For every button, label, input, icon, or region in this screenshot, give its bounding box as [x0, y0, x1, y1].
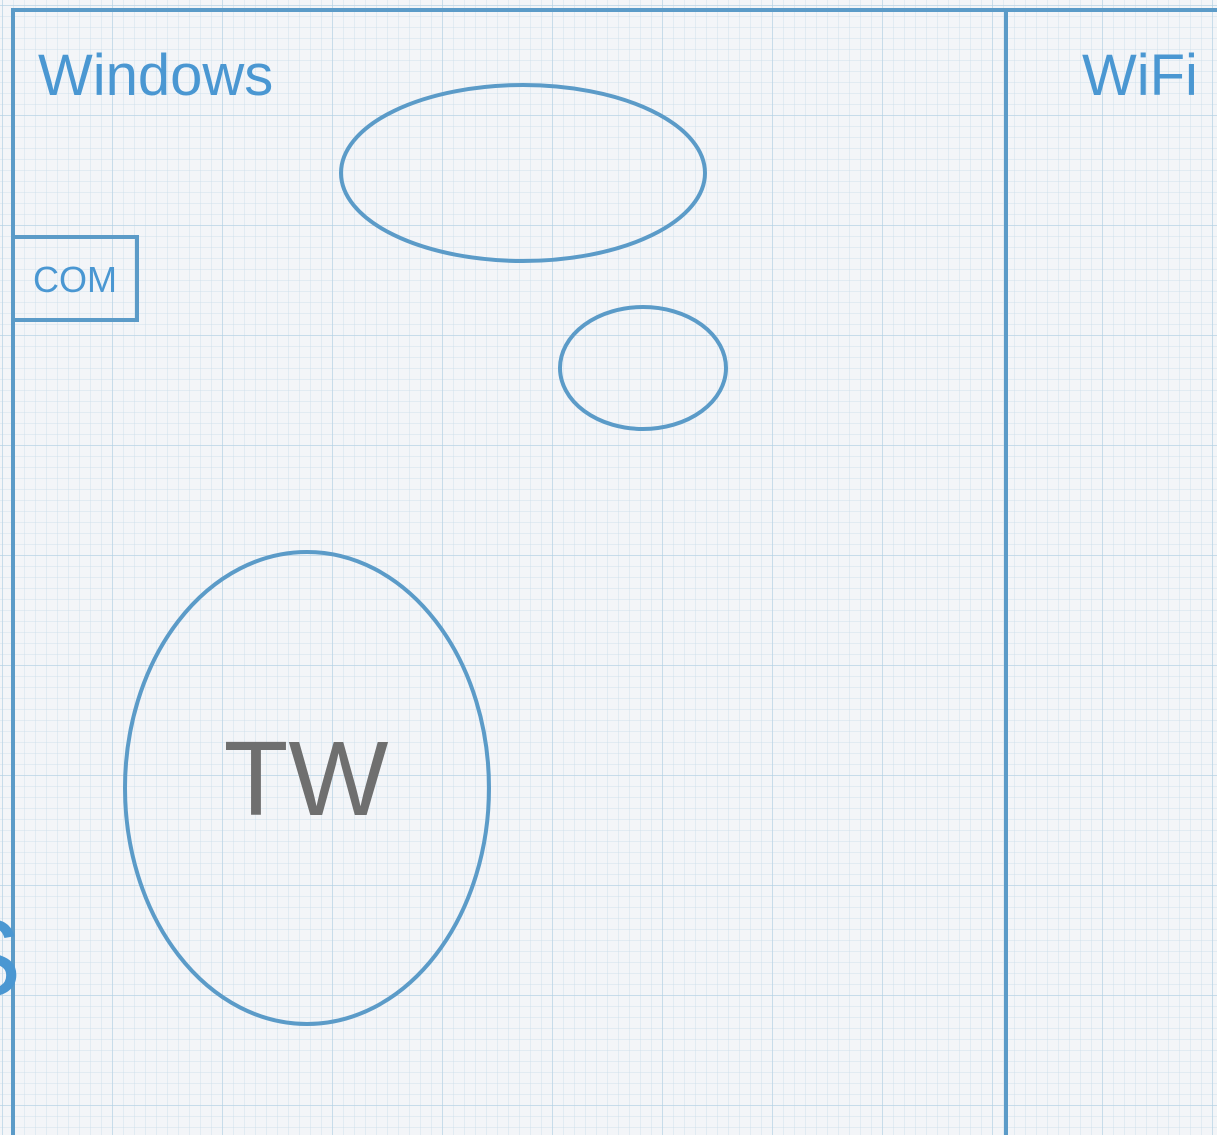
diagram-canvas: Windows WiFi COM TW S: [0, 0, 1217, 1135]
tw-node-label: TW: [224, 720, 389, 838]
windows-zone[interactable]: Windows: [11, 8, 1008, 1135]
top-ellipse[interactable]: [339, 83, 707, 263]
diagram-svg: Windows WiFi COM TW S: [0, 8, 1217, 1135]
wifi-zone[interactable]: WiFi: [1004, 8, 1217, 1135]
com-port[interactable]: COM: [11, 235, 139, 322]
clipped-edge-label: S: [0, 897, 21, 1020]
wifi-zone-label: WiFi: [1082, 43, 1198, 108]
windows-zone-label: Windows: [38, 43, 273, 108]
windows-zone-border: [11, 8, 1008, 1135]
tw-node[interactable]: TW: [123, 550, 491, 1026]
wifi-zone-border: [1004, 8, 1217, 1135]
com-port-label: COM: [33, 259, 117, 300]
small-ellipse[interactable]: [558, 305, 728, 431]
